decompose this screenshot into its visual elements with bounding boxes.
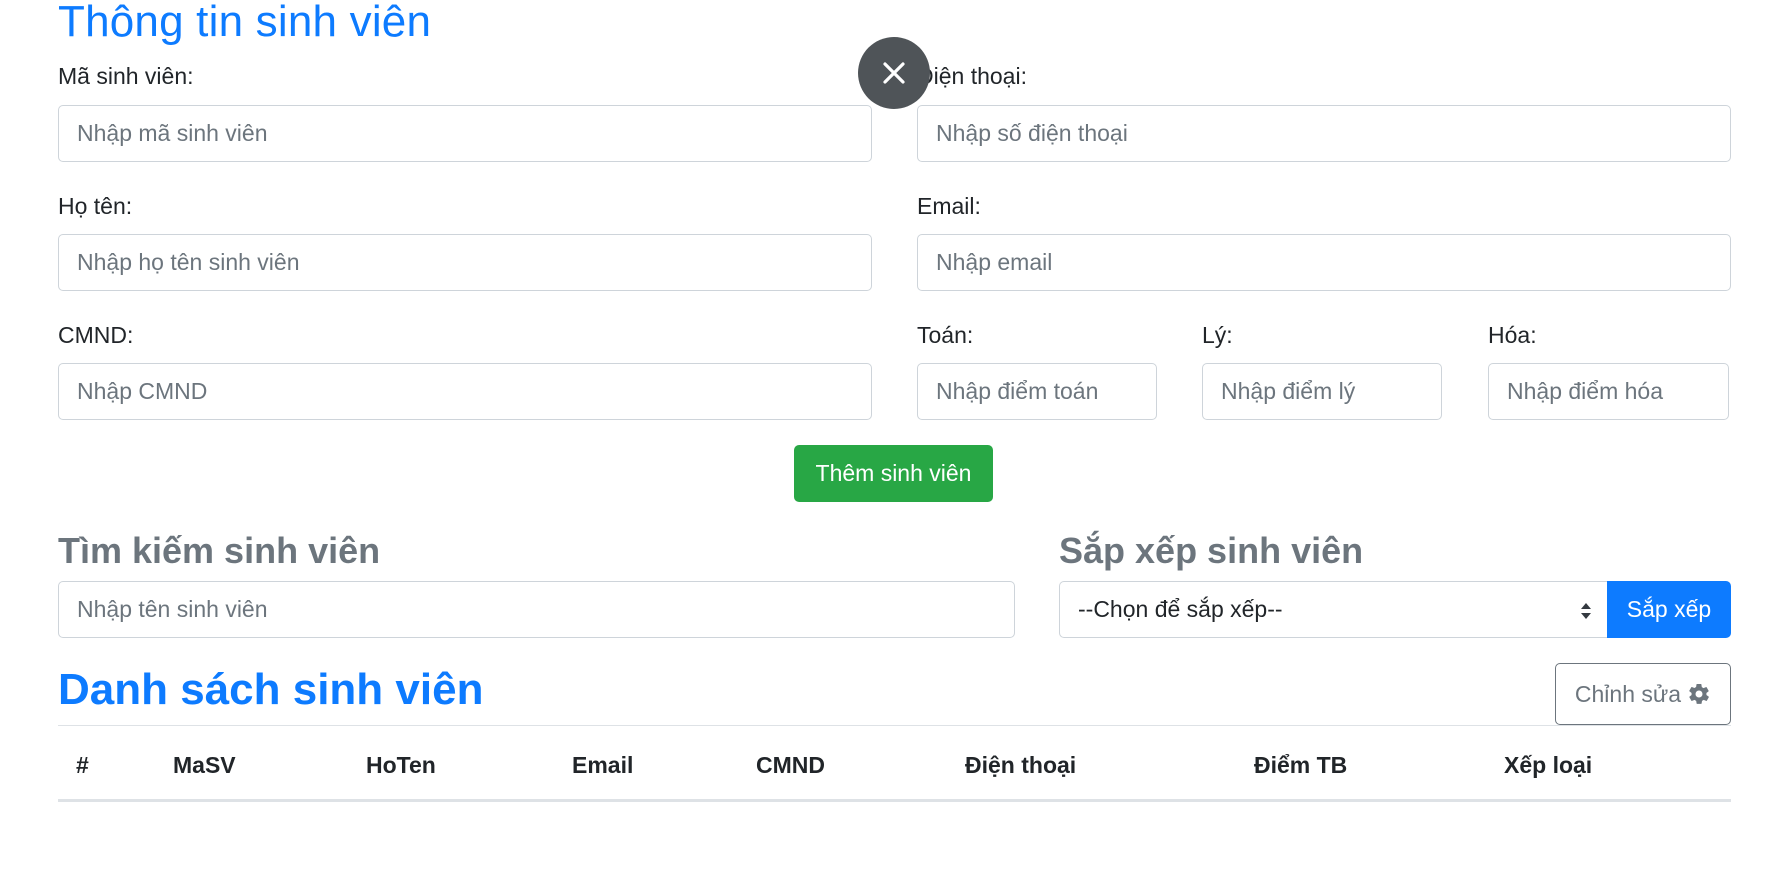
column-header-masv: MaSV <box>173 752 236 778</box>
email-label: Email: <box>917 193 981 219</box>
sort-select-value: --Chọn để sắp xếp-- <box>1078 596 1283 622</box>
table-top-border <box>58 725 1731 726</box>
page-title: Thông tin sinh viên <box>58 0 432 46</box>
column-header-phone: Điện thoại <box>965 752 1077 778</box>
add-student-button[interactable]: Thêm sinh viên <box>794 445 993 502</box>
math-label: Toán: <box>917 322 974 348</box>
edit-button-label: Chỉnh sửa <box>1574 680 1682 707</box>
phone-label: Điện thoại: <box>917 63 1027 89</box>
gear-icon <box>1689 683 1709 704</box>
chemistry-label: Hóa: <box>1488 322 1537 348</box>
physics-score-input[interactable] <box>1202 363 1442 420</box>
id-card-label: CMND: <box>58 322 134 348</box>
close-button[interactable] <box>858 37 930 109</box>
chemistry-score-input[interactable] <box>1488 363 1729 420</box>
sort-button[interactable]: Sắp xếp <box>1607 581 1731 638</box>
student-id-input[interactable] <box>58 105 872 162</box>
full-name-label: Họ tên: <box>58 193 133 219</box>
column-header-average: Điểm TB <box>1254 752 1348 778</box>
student-id-label: Mã sinh viên: <box>58 63 194 89</box>
select-arrows-icon <box>1581 603 1591 619</box>
full-name-input[interactable] <box>58 234 872 291</box>
sort-heading: Sắp xếp sinh viên <box>1059 530 1364 571</box>
search-input[interactable] <box>58 581 1015 638</box>
list-title: Danh sách sinh viên <box>58 665 484 714</box>
id-card-input[interactable] <box>58 363 872 420</box>
edit-button[interactable]: Chỉnh sửa <box>1555 663 1731 725</box>
table-header-border <box>58 799 1731 802</box>
column-header-cmnd: CMND <box>756 752 825 778</box>
phone-input[interactable] <box>917 105 1731 162</box>
sort-select[interactable]: --Chọn để sắp xếp-- <box>1059 581 1608 638</box>
close-icon <box>883 62 905 84</box>
physics-label: Lý: <box>1202 322 1233 348</box>
column-header-index: # <box>76 752 89 778</box>
math-score-input[interactable] <box>917 363 1157 420</box>
column-header-rank: Xếp loại <box>1504 752 1593 778</box>
column-header-hoten: HoTen <box>366 752 436 778</box>
email-input[interactable] <box>917 234 1731 291</box>
search-heading: Tìm kiếm sinh viên <box>58 530 381 571</box>
column-header-email: Email <box>572 752 634 778</box>
